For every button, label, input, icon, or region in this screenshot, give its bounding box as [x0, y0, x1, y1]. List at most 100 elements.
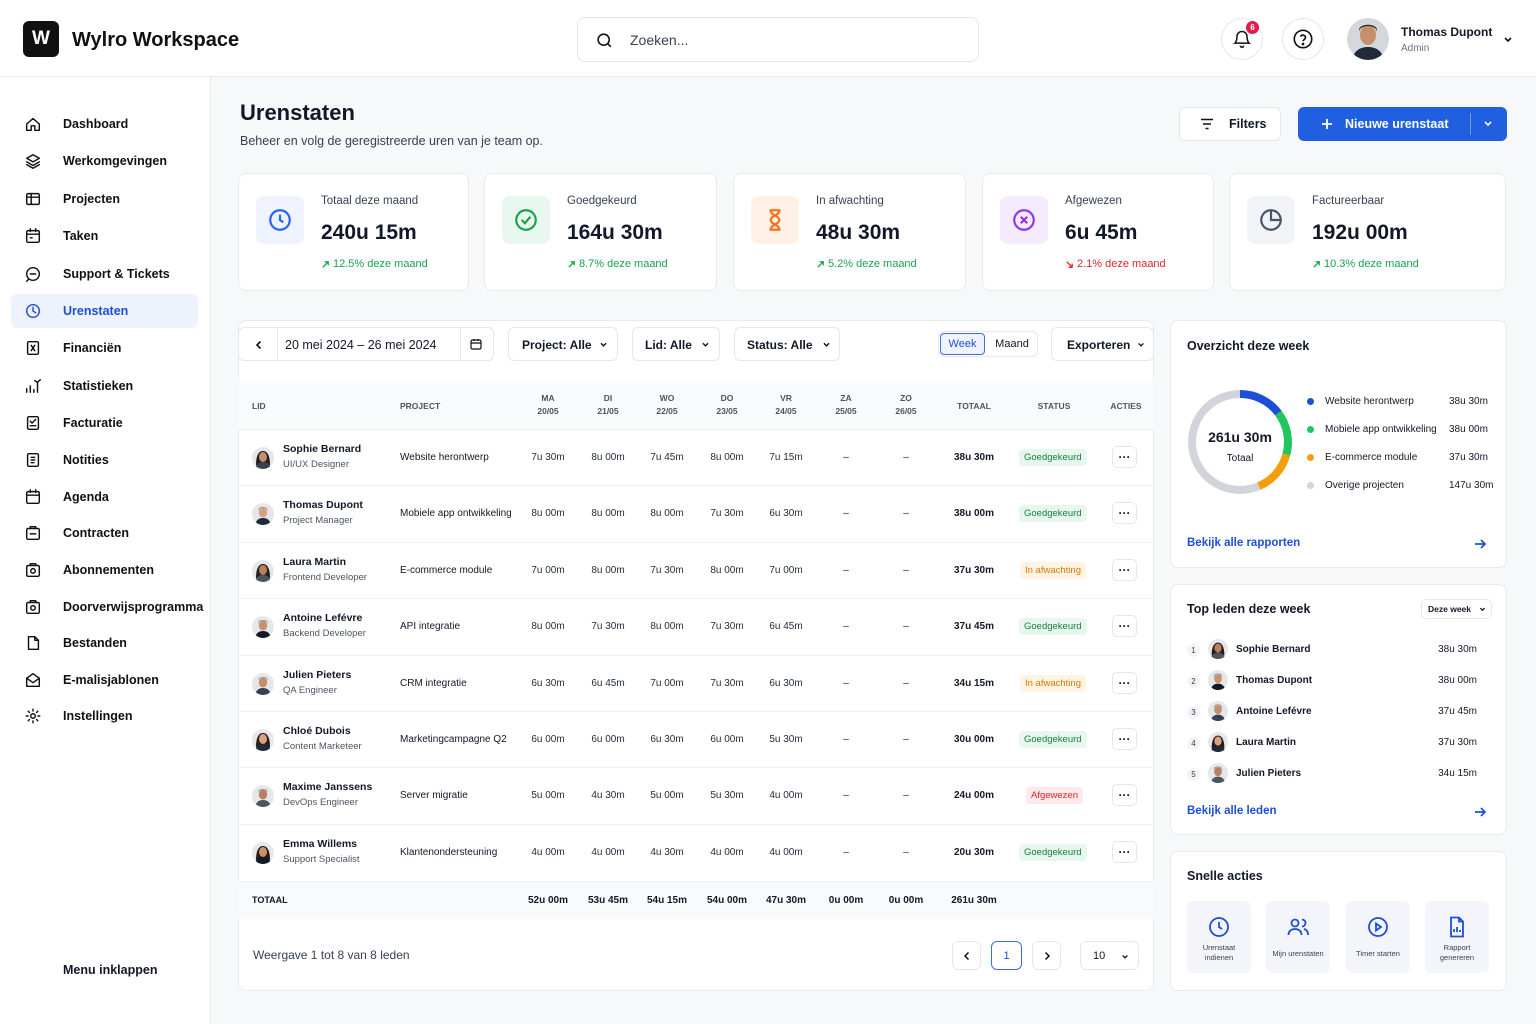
day-hours-cell: 6u 30m [769, 508, 803, 519]
row-actions-button[interactable]: ··· [1112, 841, 1137, 863]
per-page-select[interactable]: 10 [1080, 941, 1139, 970]
sidebar-item-label: Financiën [63, 341, 122, 355]
chevron-down-icon[interactable] [1503, 36, 1513, 44]
help-icon [1293, 29, 1313, 49]
legend-color-dot [1307, 482, 1314, 489]
sidebar-item-bestanden[interactable]: Bestanden [11, 626, 198, 660]
sidebar-item-doorverwijsprogramma[interactable]: Doorverwijsprogramma [11, 590, 203, 624]
previous-page-button[interactable] [952, 941, 981, 970]
arrow-right-icon[interactable] [1474, 538, 1487, 550]
totals-label: TOTAAL [252, 895, 288, 905]
row-total: 24u 00m [953, 790, 995, 801]
week-toggle[interactable]: Week [940, 333, 985, 355]
stat-label: Totaal deze maand [321, 195, 419, 207]
search-box[interactable] [577, 17, 979, 62]
table-row[interactable]: Chloé Dubois Content Marketeer Marketing… [238, 711, 1154, 767]
stat-value: 240u 15m [321, 221, 417, 244]
sidebar-item-label: Dashboard [63, 117, 129, 131]
row-actions-button[interactable]: ··· [1112, 784, 1137, 806]
top-member-item[interactable]: 2 Thomas Dupont 38u 00m [1187, 670, 1492, 692]
chevron-left-icon [963, 951, 969, 960]
next-page-button[interactable] [1032, 941, 1061, 970]
sidebar-item-projecten[interactable]: Projecten [11, 182, 198, 216]
chevron-down-icon[interactable] [1483, 120, 1493, 128]
legend-value: 38u 00m [1449, 424, 1488, 435]
top-member-item[interactable]: 3 Antoine Lefévre 37u 45m [1187, 701, 1492, 723]
table-row[interactable]: Sophie Bernard UI/UX Designer Website he… [238, 429, 1154, 485]
top-members-period-select[interactable]: Deze week [1421, 599, 1492, 619]
month-toggle[interactable]: Maand [987, 333, 1037, 355]
quick-action-my-timesheets[interactable]: Mijn urenstaten [1266, 901, 1330, 973]
member-avatar [252, 616, 274, 638]
sidebar-item-dashboard[interactable]: Dashboard [11, 107, 198, 141]
top-member-item[interactable]: 4 Laura Martin 37u 30m [1187, 732, 1492, 754]
per-page-value: 10 [1093, 950, 1106, 962]
row-actions-button[interactable]: ··· [1112, 559, 1137, 581]
top-member-item[interactable]: 5 Julien Pieters 34u 15m [1187, 763, 1492, 785]
table-row[interactable]: Thomas Dupont Project Manager Mobiele ap… [238, 485, 1154, 541]
collapse-menu-label[interactable]: Menu inklappen [63, 963, 157, 977]
row-actions-button[interactable]: ··· [1112, 672, 1137, 694]
top-member-item[interactable]: 1 Sophie Bernard 38u 30m [1187, 639, 1492, 661]
quick-action-label: Timer starten [1356, 949, 1400, 958]
day-hours-cell: 7u 30m [531, 452, 565, 463]
member-filter[interactable]: Lid: Alle [632, 327, 720, 361]
status-filter[interactable]: Status: Alle [734, 327, 840, 361]
row-actions-button[interactable]: ··· [1112, 615, 1137, 637]
sidebar-item-abonnementen[interactable]: Abonnementen [11, 553, 198, 587]
chevron-left-icon[interactable] [255, 340, 263, 350]
report-icon [1450, 916, 1464, 938]
sidebar-item-contracten[interactable]: Contracten [11, 516, 198, 550]
files-icon [27, 635, 40, 651]
new-timesheet-button[interactable]: Nieuwe urenstaat [1298, 107, 1507, 141]
export-button[interactable]: Exporteren [1051, 327, 1154, 361]
member-avatar [1208, 732, 1228, 752]
table-row[interactable]: Laura Martin Frontend Developer E-commer… [238, 542, 1154, 598]
calendar-icon[interactable] [470, 338, 482, 350]
day-hours-cell: – [843, 734, 849, 745]
table-row[interactable]: Emma Willems Support Specialist Klanteno… [238, 824, 1154, 880]
status-badge: Goedgekeurd [1019, 449, 1087, 466]
app-name: Wylro Workspace [72, 29, 240, 51]
view-all-members-link[interactable]: Bekijk alle leden [1187, 805, 1277, 817]
sidebar-item-statistieken[interactable]: Statistieken [11, 369, 198, 403]
sidebar-item-urenstaten[interactable]: Urenstaten [11, 294, 198, 328]
table-row[interactable]: Julien Pieters QA Engineer CRM integrati… [238, 655, 1154, 711]
user-avatar[interactable] [1347, 18, 1389, 60]
quick-action-start-timer[interactable]: Timer starten [1346, 901, 1410, 973]
date-range-picker[interactable]: 20 mei 2024 – 26 mei 2024 [238, 327, 494, 361]
quick-action-submit-timesheet[interactable]: Urenstaat indienen [1187, 901, 1251, 973]
table-row[interactable]: Antoine Lefévre Backend Developer API in… [238, 598, 1154, 654]
sidebar-item-label: Werkomgevingen [63, 154, 167, 168]
project-filter[interactable]: Project: Alle [508, 327, 618, 361]
stat-trend: 12.5% deze maand [321, 258, 428, 270]
search-input[interactable] [630, 30, 960, 50]
sidebar-item-financi-n[interactable]: Financiën [11, 331, 198, 365]
table-row[interactable]: Maxime Janssens DevOps Engineer Server m… [238, 767, 1154, 823]
sidebar-item-e-malisjablonen[interactable]: E-malisjablonen [11, 663, 198, 697]
view-all-reports-link[interactable]: Bekijk alle rapporten [1187, 537, 1300, 549]
day-date: 24/05 [775, 406, 797, 416]
project-name: Marketingcampagne Q2 [400, 734, 507, 745]
quick-action-generate-report[interactable]: Rapport genereren [1425, 901, 1489, 973]
page-number-button[interactable]: 1 [991, 941, 1022, 970]
row-actions-button[interactable]: ··· [1112, 502, 1137, 524]
sidebar-item-facturatie[interactable]: Facturatie [11, 406, 198, 440]
filters-button[interactable]: Filters [1179, 107, 1281, 141]
row-actions-button[interactable]: ··· [1112, 728, 1137, 750]
sidebar-item-support-tickets[interactable]: Support & Tickets [11, 257, 198, 291]
day-hours-cell: – [903, 678, 909, 689]
invoice-icon [26, 415, 40, 431]
row-actions-button[interactable]: ··· [1112, 446, 1137, 468]
notifications-button[interactable]: 6 [1221, 18, 1263, 60]
help-button[interactable] [1282, 18, 1324, 60]
sidebar-item-agenda[interactable]: Agenda [11, 480, 198, 514]
app-logo[interactable]: W [23, 21, 59, 57]
sidebar-item-notities[interactable]: Notities [11, 443, 198, 477]
member-role: Frontend Developer [283, 572, 367, 583]
arrow-right-icon[interactable] [1474, 806, 1487, 818]
sidebar-item-taken[interactable]: Taken [11, 219, 198, 253]
user-name: Thomas Dupont [1401, 25, 1493, 39]
sidebar-item-werkomgevingen[interactable]: Werkomgevingen [11, 144, 198, 178]
sidebar-item-instellingen[interactable]: Instellingen [11, 699, 198, 733]
